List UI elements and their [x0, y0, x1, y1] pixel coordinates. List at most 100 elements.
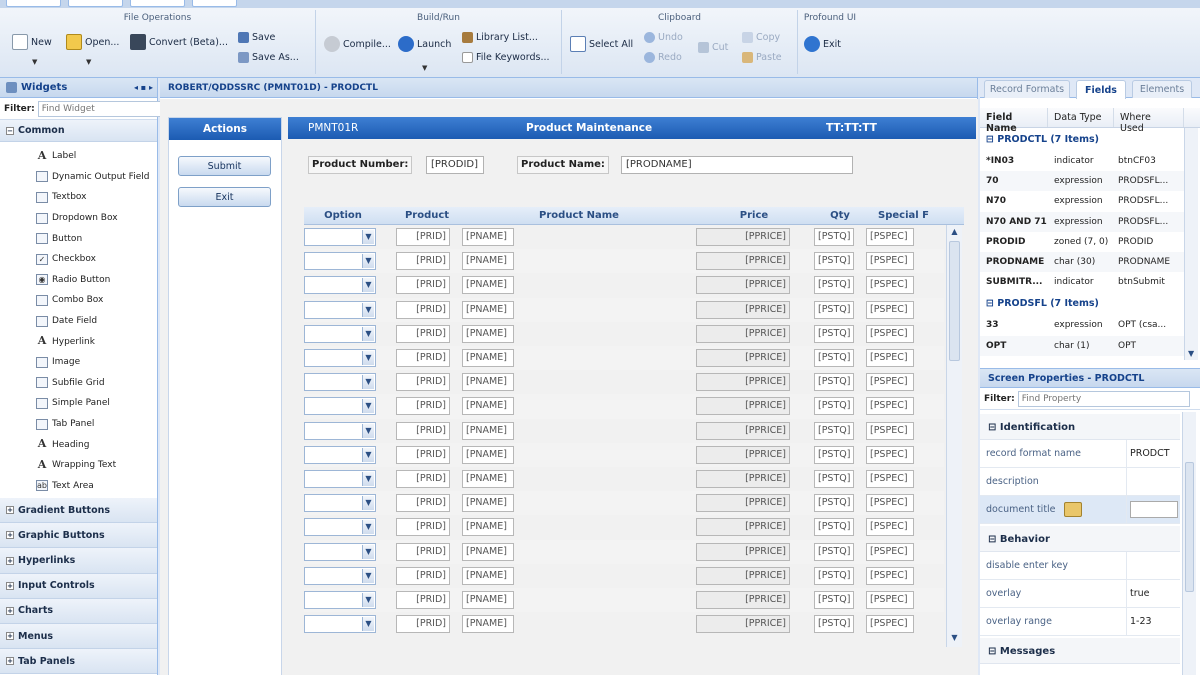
field-row[interactable]: 70 expression PRODSFL...: [980, 171, 1184, 192]
option-dropdown[interactable]: ▼: [304, 252, 376, 271]
widget-item[interactable]: A Hyperlink: [36, 331, 157, 352]
cut-button[interactable]: Cut: [698, 42, 728, 53]
product-number-field[interactable]: [PRODID]: [426, 156, 484, 174]
tab-elements[interactable]: Elements: [1132, 80, 1192, 98]
ribbon-tab[interactable]: [6, 0, 61, 7]
grid-cell-pstq[interactable]: [PSTQ]: [814, 494, 854, 513]
grid-cell-pspec[interactable]: [PSPEC]: [866, 494, 914, 513]
grid-cell-pprice[interactable]: [PPRICE]: [696, 324, 790, 343]
product-name-label[interactable]: Product Name:: [517, 156, 609, 174]
column-header[interactable]: Product: [392, 210, 462, 221]
grid-cell-prid[interactable]: [PRID]: [396, 542, 450, 561]
grid-cell-pspec[interactable]: [PSPEC]: [866, 542, 914, 561]
grid-cell-pname[interactable]: [PNAME]: [462, 591, 514, 609]
grid-cell-pprice[interactable]: [PPRICE]: [696, 421, 790, 440]
chevron-down-icon[interactable]: ▼: [86, 58, 91, 66]
launch-button[interactable]: Launch: [398, 36, 451, 52]
grid-cell-pspec[interactable]: [PSPEC]: [866, 591, 914, 609]
column-header[interactable]: Field Name: [980, 108, 1048, 134]
chevron-down-icon[interactable]: ▼: [362, 254, 374, 269]
undo-button[interactable]: Undo: [644, 32, 683, 43]
accordion-section[interactable]: + Hyperlinks: [0, 548, 157, 574]
widget-item[interactable]: A Wrapping Text: [36, 455, 157, 476]
ribbon-tab[interactable]: [192, 0, 237, 7]
prop-row[interactable]: overlay true: [980, 580, 1180, 608]
grid-row[interactable]: ▼ [PRID] [PNAME] [PPRICE] [PSTQ] [PSPEC]: [304, 442, 944, 467]
grid-cell-pstq[interactable]: [PSTQ]: [814, 518, 854, 537]
grid-cell-prid[interactable]: [PRID]: [396, 349, 450, 367]
grid-row[interactable]: ▼ [PRID] [PNAME] [PPRICE] [PSTQ] [PSPEC]: [304, 539, 944, 564]
chevron-down-icon[interactable]: ▼: [362, 326, 374, 341]
field-row[interactable]: *IN03 indicator btnCF03: [980, 151, 1184, 171]
scroll-up-icon[interactable]: ▲: [949, 227, 960, 239]
save-as-button[interactable]: Save As...: [238, 52, 299, 63]
option-dropdown[interactable]: ▼: [304, 542, 376, 561]
grid-row[interactable]: ▼ [PRID] [PNAME] [PPRICE] [PSTQ] [PSPEC]: [304, 273, 944, 297]
grid-cell-pprice[interactable]: [PPRICE]: [696, 518, 790, 537]
grid-row[interactable]: ▼ [PRID] [PNAME] [PPRICE] [PSTQ] [PSPEC]: [304, 249, 944, 274]
exit-button[interactable]: Exit: [178, 187, 271, 207]
chevron-down-icon[interactable]: ▼: [362, 568, 374, 583]
grid-cell-pspec[interactable]: [PSPEC]: [866, 445, 914, 464]
option-dropdown[interactable]: ▼: [304, 445, 376, 464]
widget-item[interactable]: Button: [36, 228, 157, 249]
grid-cell-pspec[interactable]: [PSPEC]: [866, 324, 914, 343]
copy-button[interactable]: Copy: [742, 32, 780, 43]
grid-cell-pprice[interactable]: [PPRICE]: [696, 252, 790, 271]
edit-icon[interactable]: [1064, 502, 1082, 517]
widget-item[interactable]: ab Text Area: [36, 476, 157, 497]
prop-value[interactable]: 1-23: [1130, 616, 1152, 627]
grid-row[interactable]: ▼ [PRID] [PNAME] [PPRICE] [PSTQ] [PSPEC]: [304, 322, 944, 346]
chevron-down-icon[interactable]: ▼: [362, 447, 374, 462]
prop-row[interactable]: overlay range 1-23: [980, 608, 1180, 636]
grid-cell-pstq[interactable]: [PSTQ]: [814, 445, 854, 464]
widget-item[interactable]: ✓ Checkbox: [36, 249, 157, 270]
open-button[interactable]: Open...: [66, 34, 119, 50]
actions-panel[interactable]: Actions Submit Exit: [168, 117, 282, 675]
grid-row[interactable]: ▼ [PRID] [PNAME] [PPRICE] [PSTQ] [PSPEC]: [304, 612, 944, 636]
accordion-section[interactable]: + Charts: [0, 598, 157, 625]
widget-item[interactable]: Combo Box: [36, 290, 157, 311]
widget-item[interactable]: Textbox: [36, 187, 157, 208]
option-dropdown[interactable]: ▼: [304, 470, 376, 488]
grid-cell-pstq[interactable]: [PSTQ]: [814, 542, 854, 561]
tab-fields[interactable]: Fields: [1076, 80, 1126, 99]
grid-cell-pname[interactable]: [PNAME]: [462, 228, 514, 246]
ribbon-tab[interactable]: [68, 0, 123, 7]
chevron-down-icon[interactable]: ▼: [422, 64, 427, 72]
grid-cell-pname[interactable]: [PNAME]: [462, 421, 514, 440]
grid-cell-prid[interactable]: [PRID]: [396, 494, 450, 513]
grid-cell-pstq[interactable]: [PSTQ]: [814, 397, 854, 416]
column-header[interactable]: Price: [699, 210, 809, 221]
grid-cell-prid[interactable]: [PRID]: [396, 470, 450, 488]
scroll-down-icon[interactable]: ▼: [949, 633, 960, 645]
grid-cell-pstq[interactable]: [PSTQ]: [814, 421, 854, 440]
option-dropdown[interactable]: ▼: [304, 518, 376, 537]
option-dropdown[interactable]: ▼: [304, 373, 376, 392]
grid-cell-pname[interactable]: [PNAME]: [462, 397, 514, 416]
option-dropdown[interactable]: ▼: [304, 324, 376, 343]
grid-cell-prid[interactable]: [PRID]: [396, 566, 450, 585]
prop-value[interactable]: true: [1130, 588, 1150, 599]
document-title-input[interactable]: [1130, 501, 1178, 518]
option-dropdown[interactable]: ▼: [304, 566, 376, 585]
grid-cell-prid[interactable]: [PRID]: [396, 276, 450, 295]
grid-cell-pspec[interactable]: [PSPEC]: [866, 470, 914, 488]
grid-row[interactable]: ▼ [PRID] [PNAME] [PPRICE] [PSTQ] [PSPEC]: [304, 225, 944, 249]
widget-search-input[interactable]: [37, 100, 163, 117]
field-row[interactable]: PRODNAME char (30) PRODNAME: [980, 252, 1184, 272]
grid-cell-pprice[interactable]: [PPRICE]: [696, 445, 790, 464]
chevron-down-icon[interactable]: ▼: [362, 302, 374, 317]
grid-row[interactable]: ▼ [PRID] [PNAME] [PPRICE] [PSTQ] [PSPEC]: [304, 297, 944, 322]
grid-cell-prid[interactable]: [PRID]: [396, 421, 450, 440]
widget-item[interactable]: ◉ Radio Button: [36, 270, 157, 291]
chevron-down-icon[interactable]: ▼: [362, 472, 374, 486]
grid-row[interactable]: ▼ [PRID] [PNAME] [PPRICE] [PSTQ] [PSPEC]: [304, 491, 944, 516]
new-button[interactable]: New: [12, 34, 52, 50]
grid-cell-prid[interactable]: [PRID]: [396, 324, 450, 343]
option-dropdown[interactable]: ▼: [304, 300, 376, 319]
grid-cell-pstq[interactable]: [PSTQ]: [814, 373, 854, 392]
chevron-down-icon[interactable]: ▼: [362, 351, 374, 365]
save-button[interactable]: Save: [238, 32, 275, 43]
grid-cell-pstq[interactable]: [PSTQ]: [814, 615, 854, 634]
